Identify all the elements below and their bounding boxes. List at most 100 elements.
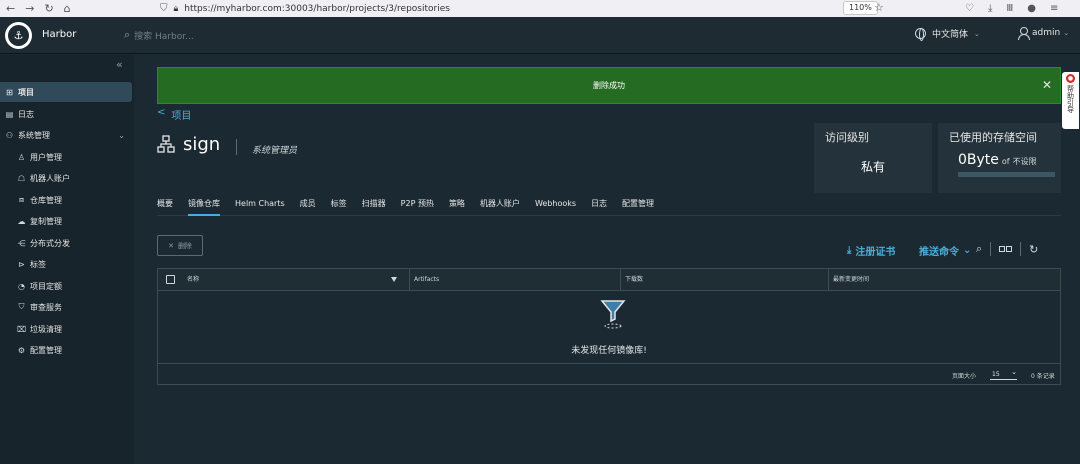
sidebar-item-label: 系统管理 xyxy=(18,130,50,140)
browser-right-toolbar: ♡ ⤓ Ⅲ ● ≡ xyxy=(965,0,1058,17)
refresh-icon[interactable]: ↻ xyxy=(1029,243,1038,256)
access-level-card: 访问级别 私有 xyxy=(814,123,932,193)
search-icon[interactable]: ⌕ xyxy=(976,242,982,256)
globe-icon xyxy=(915,28,926,41)
select-all-checkbox[interactable] xyxy=(166,275,175,284)
tab-1[interactable]: 镜像仓库 xyxy=(188,196,220,216)
tool-divider xyxy=(1020,242,1022,256)
guide-side-tab[interactable]: ● 帮助引导 xyxy=(1062,72,1079,129)
tab-8[interactable]: 机器人账户 xyxy=(480,196,520,216)
tab-4[interactable]: 标签 xyxy=(331,196,347,216)
chevron-down-icon: ⌄ xyxy=(974,29,980,38)
delete-button[interactable]: ✕ 删除 xyxy=(157,235,203,256)
close-icon[interactable]: ✕ xyxy=(1042,78,1052,92)
table-footer: 页面大小 15 0 条记录 xyxy=(158,363,1060,385)
sidebar-item-label: 项目 xyxy=(18,87,34,97)
card-view-icon[interactable] xyxy=(999,246,1013,252)
harbor-logo-icon[interactable]: ⚓︎ xyxy=(5,22,32,49)
tab-6[interactable]: P2P 预热 xyxy=(401,196,434,216)
home-icon[interactable]: ⌂ xyxy=(64,2,71,15)
pocket-icon[interactable]: ♡ xyxy=(965,3,974,14)
back-to-projects-link[interactable]: < 项目 xyxy=(157,107,191,122)
column-label: Artifacts xyxy=(414,276,440,283)
collapse-sidebar-icon[interactable]: « xyxy=(116,58,123,71)
push-command-label: 推送命令 xyxy=(919,247,959,258)
column-label: 最新变更时间 xyxy=(833,276,870,283)
brand-name[interactable]: Harbor xyxy=(42,29,76,40)
download-icon: ⤓ xyxy=(847,245,852,256)
column-artifacts[interactable]: Artifacts xyxy=(409,269,620,291)
sidebar-item-quotas[interactable]: ◔ 项目定额 xyxy=(0,276,134,296)
url-text[interactable]: https://myharbor.com:30003/harbor/projec… xyxy=(184,4,450,14)
search-input[interactable]: 搜索 Harbor... xyxy=(134,29,194,42)
bookmark-star-icon[interactable]: ☆ xyxy=(874,1,884,14)
column-label: 下载数 xyxy=(625,276,644,283)
success-toast: 删除成功 ✕ xyxy=(157,67,1061,104)
registry-cert-label: 注册证书 xyxy=(855,247,896,258)
sidebar-item-labels[interactable]: ⊳ 标签 xyxy=(0,254,134,274)
tab-11[interactable]: 配置管理 xyxy=(622,196,654,216)
storage-usage: 0Byte of 不设限 xyxy=(958,152,1037,168)
tab-0[interactable]: 概要 xyxy=(157,196,173,216)
column-name[interactable]: 名称 xyxy=(183,269,414,291)
project-role: 系统管理员 xyxy=(252,146,298,156)
notification-dot-icon: ● xyxy=(1066,74,1075,83)
language-selector[interactable]: 中文简体 ⌄ xyxy=(915,27,980,41)
tag-icon: ⊳ xyxy=(18,259,25,269)
tab-2[interactable]: Helm Charts xyxy=(235,196,285,216)
sidebar-item-robot-accounts[interactable]: ☖ 机器人账户 xyxy=(0,168,134,188)
user-menu[interactable]: admin ⌄ xyxy=(1018,27,1069,40)
sidebar-item-interrogation[interactable]: ⛉ 审查服务 xyxy=(0,297,134,317)
sidebar-item-registries[interactable]: ⧈ 仓库管理 xyxy=(0,190,134,210)
forward-arrow-icon[interactable]: → xyxy=(25,2,34,15)
push-command-button[interactable]: 推送命令 ⌄ xyxy=(919,243,971,258)
back-arrow-icon[interactable]: ← xyxy=(6,2,15,15)
empty-funnel-icon xyxy=(600,300,626,329)
chevron-down-icon: ⌄ xyxy=(963,245,972,256)
column-last-modified[interactable]: 最新变更时间 xyxy=(828,269,1060,291)
registry-certificate-button[interactable]: ⤓ 注册证书 xyxy=(847,243,895,258)
shield-icon: ⛉ xyxy=(160,3,168,14)
registry-icon: ⧈ xyxy=(18,195,25,204)
download-icon[interactable]: ⤓ xyxy=(988,3,992,14)
storage-limit: 不设限 xyxy=(1012,157,1037,166)
access-level-title: 访问级别 xyxy=(825,131,869,144)
username: admin xyxy=(1032,28,1061,38)
menu-icon[interactable]: ≡ xyxy=(1050,3,1058,14)
table-tools: ⌕ ↻ xyxy=(976,242,1038,256)
sidebar-item-users[interactable]: ♙ 用户管理 xyxy=(0,147,134,167)
projects-icon: ⊞ xyxy=(6,87,13,97)
account-icon[interactable]: ● xyxy=(1027,3,1036,14)
address-bar[interactable]: ⛉ 🔒︎ https://myharbor.com:30003/harbor/p… xyxy=(160,0,450,17)
user-icon xyxy=(1018,27,1030,40)
app-header: ⚓︎ Harbor ⌕ 搜索 Harbor... 中文简体 ⌄ admin ⌄ xyxy=(0,17,1080,54)
sidebar-item-admin[interactable]: ⚇ 系统管理 ⌄ xyxy=(0,125,134,145)
tab-5[interactable]: 扫描器 xyxy=(362,196,386,216)
tab-10[interactable]: 日志 xyxy=(591,196,607,216)
reload-icon[interactable]: ↻ xyxy=(44,2,53,15)
storage-card: 已使用的存储空间 0Byte of 不设限 xyxy=(938,123,1061,193)
table-header: 名称 Artifacts 下载数 最新变更时间 xyxy=(158,269,1060,291)
tab-7[interactable]: 策略 xyxy=(449,196,465,216)
global-search[interactable]: ⌕ 搜索 Harbor... xyxy=(124,28,194,42)
library-icon[interactable]: Ⅲ xyxy=(1006,3,1013,14)
tab-3[interactable]: 成员 xyxy=(300,196,316,216)
sidebar-item-label: 用户管理 xyxy=(30,152,62,162)
tab-9[interactable]: Webhooks xyxy=(535,196,576,216)
sidebar: « ⊞ 项目 ▤ 日志 ⚇ 系统管理 ⌄ ♙ 用户管理 ☖ 机器人账户 ⧈ 仓库… xyxy=(0,55,134,464)
sidebar-item-distributions[interactable]: ⋲ 分布式分发 xyxy=(0,233,134,253)
chevron-left-icon: < xyxy=(157,107,166,118)
column-pulls[interactable]: 下载数 xyxy=(620,269,828,291)
repository-table: 名称 Artifacts 下载数 最新变更时间 未发现任何镜像库! 页面大小 1… xyxy=(157,268,1061,385)
sidebar-item-replications[interactable]: ☁ 复制管理 xyxy=(0,211,134,231)
filter-icon[interactable] xyxy=(391,277,397,282)
page-size-select[interactable]: 15 xyxy=(990,367,1017,380)
sidebar-item-logs[interactable]: ▤ 日志 xyxy=(0,104,134,124)
sidebar-item-projects[interactable]: ⊞ 项目 xyxy=(0,82,132,102)
zoom-level[interactable]: 110% xyxy=(843,1,878,15)
sidebar-item-configuration[interactable]: ⚙ 配置管理 xyxy=(0,340,134,360)
sidebar-item-gc[interactable]: ⌧ 垃圾清理 xyxy=(0,319,134,339)
logs-icon: ▤ xyxy=(5,109,14,119)
sidebar-item-label: 机器人账户 xyxy=(30,173,70,183)
sidebar-item-label: 日志 xyxy=(18,109,34,119)
